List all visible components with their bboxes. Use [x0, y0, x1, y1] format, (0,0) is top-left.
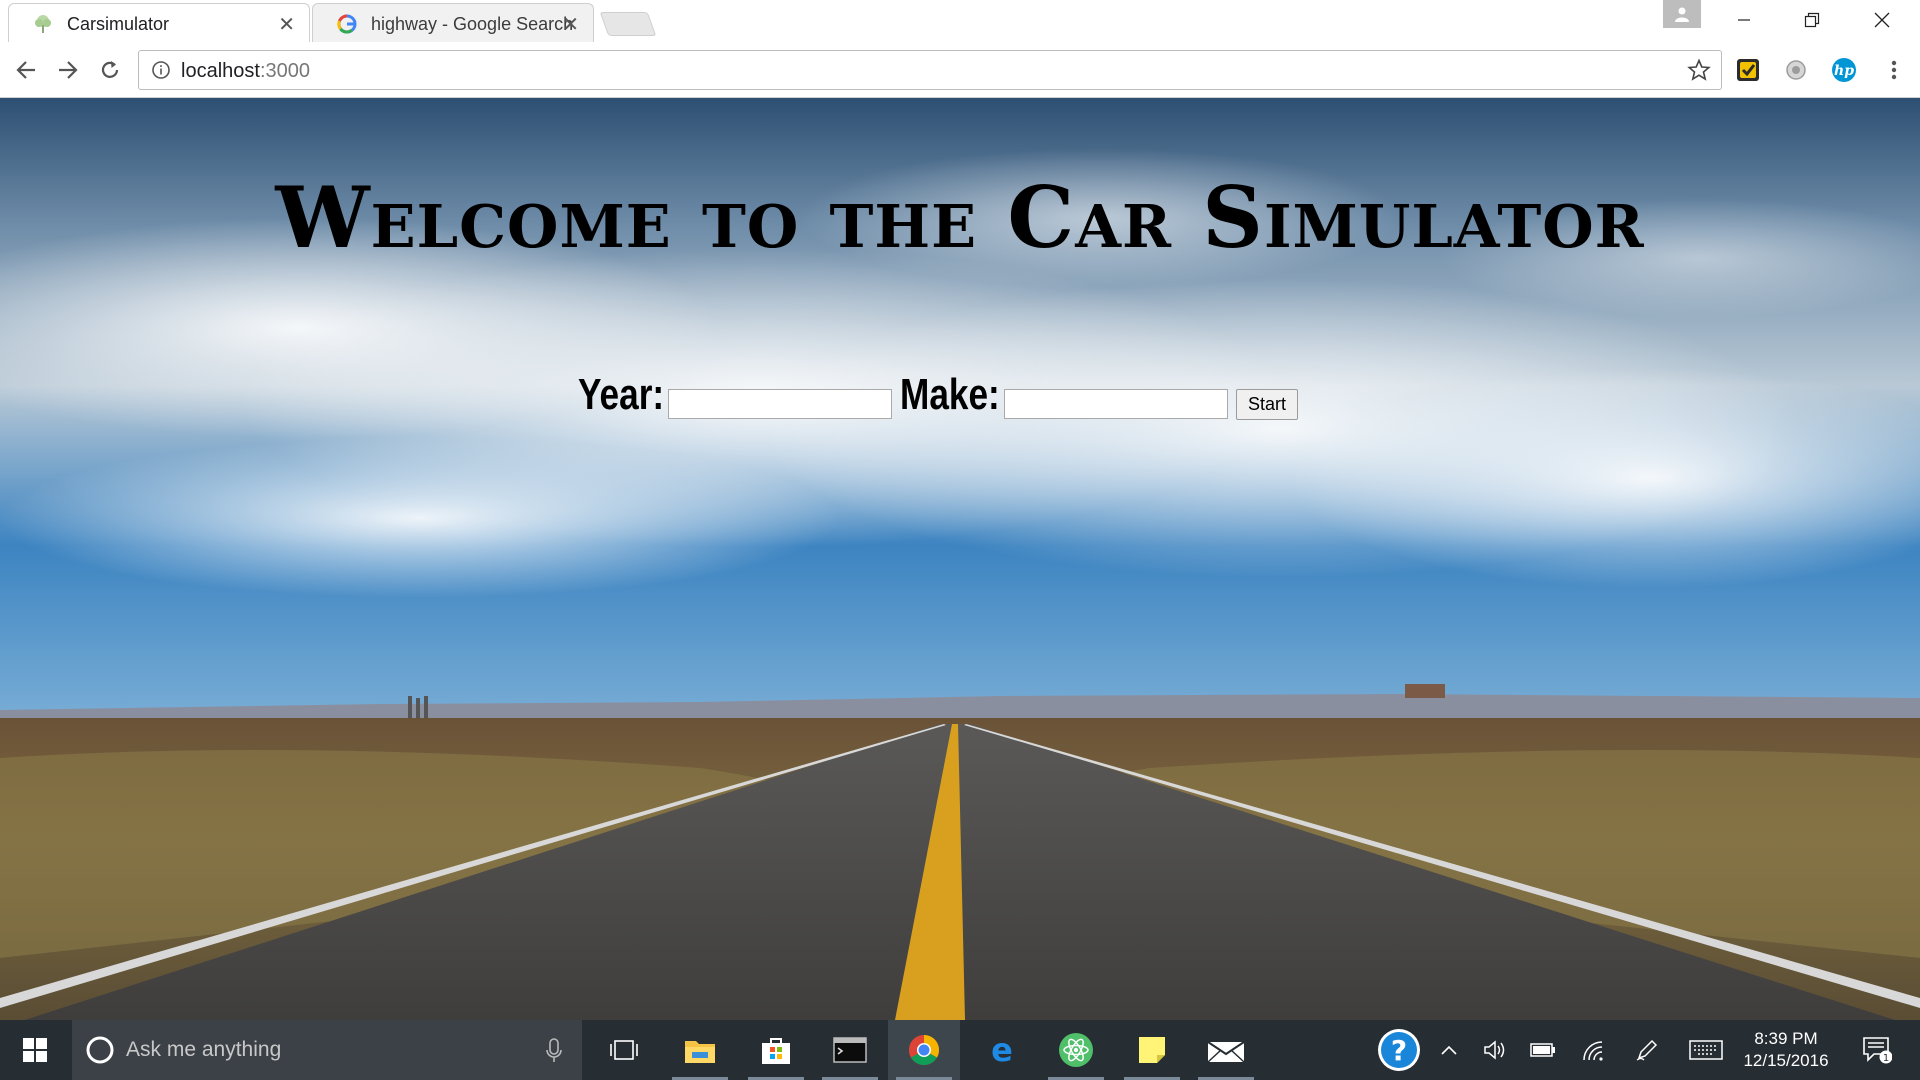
- wifi-icon: [1583, 1041, 1603, 1061]
- atom-icon: [1059, 1033, 1093, 1067]
- make-input[interactable]: [1004, 389, 1228, 419]
- taskbar-chrome[interactable]: [888, 1020, 960, 1080]
- microphone-icon[interactable]: [546, 1038, 562, 1064]
- taskbar-mail[interactable]: [1190, 1020, 1262, 1080]
- google-g-icon: [337, 14, 357, 34]
- page-viewport: Welcome to the Car Simulator Year: Make:…: [0, 98, 1920, 1020]
- hp-logo-icon: hp: [1832, 58, 1856, 82]
- battery-button[interactable]: [1526, 1020, 1560, 1080]
- notification-icon: 1: [1863, 1037, 1892, 1064]
- forward-button[interactable]: [52, 54, 84, 86]
- terminal-icon: [833, 1037, 867, 1063]
- page-title: Welcome to the Car Simulator: [275, 168, 1645, 267]
- restore-button[interactable]: [1792, 6, 1832, 34]
- network-button[interactable]: [1576, 1020, 1610, 1080]
- reload-button[interactable]: [94, 54, 126, 86]
- tree-favicon-icon: [35, 15, 51, 33]
- back-arrow-icon: [16, 61, 35, 79]
- svg-text:?: ?: [1391, 1034, 1407, 1067]
- taskbar-edge[interactable]: e: [966, 1020, 1038, 1080]
- taskbar: Ask me anything e ? 8:39 PM 12/15/2016 1: [0, 1020, 1920, 1080]
- taskbar-terminal[interactable]: [814, 1020, 886, 1080]
- keyboard-icon: [1689, 1040, 1723, 1060]
- browser-toolbar: localhost:3000 hp: [0, 42, 1920, 98]
- minimize-button[interactable]: [1724, 6, 1764, 34]
- touch-keyboard-button[interactable]: [1686, 1020, 1726, 1080]
- address-bar[interactable]: localhost:3000: [138, 50, 1722, 90]
- svg-text:hp: hp: [1834, 63, 1854, 79]
- task-view-icon: [610, 1040, 638, 1060]
- tab-title: highway - Google Search: [371, 14, 574, 34]
- forward-arrow-icon: [59, 61, 78, 79]
- notification-count: 1: [1883, 1053, 1889, 1064]
- edge-icon: e: [991, 1034, 1013, 1066]
- chrome-icon: [908, 1035, 940, 1066]
- help-button[interactable]: ?: [1374, 1020, 1424, 1080]
- store-icon: [762, 1038, 790, 1064]
- action-center-button[interactable]: 1: [1852, 1020, 1902, 1080]
- close-window-button[interactable]: [1862, 6, 1902, 34]
- windows-logo-icon: [23, 1038, 47, 1062]
- hp-extension-button[interactable]: hp: [1828, 54, 1860, 86]
- person-icon: [1675, 7, 1689, 22]
- pen-workspace-button[interactable]: [1630, 1020, 1664, 1080]
- year-input[interactable]: [668, 389, 892, 419]
- year-label: Year:: [578, 370, 665, 419]
- taskbar-sticky-notes[interactable]: [1116, 1020, 1188, 1080]
- battery-icon: [1530, 1043, 1555, 1057]
- search-placeholder: Ask me anything: [126, 1038, 282, 1061]
- cortana-search-box[interactable]: Ask me anything: [72, 1020, 582, 1080]
- restore-icon: [1804, 12, 1820, 28]
- kebab-menu-icon: [1891, 60, 1897, 80]
- taskbar-file-explorer[interactable]: [664, 1020, 736, 1080]
- reload-icon: [101, 61, 119, 78]
- mail-icon: [1207, 1041, 1245, 1063]
- start-button-windows[interactable]: [0, 1020, 70, 1080]
- extension-gray-button[interactable]: [1780, 54, 1812, 86]
- help-question-icon: ?: [1378, 1029, 1420, 1071]
- check-extension-icon: [1737, 59, 1759, 81]
- start-button[interactable]: Start: [1236, 389, 1298, 420]
- volume-button[interactable]: [1478, 1020, 1512, 1080]
- shield-extension-icon: [1786, 60, 1806, 80]
- make-label: Make:: [900, 370, 1000, 419]
- chrome-menu-button[interactable]: [1878, 54, 1910, 86]
- close-icon: [1874, 12, 1890, 28]
- task-view-button[interactable]: [588, 1020, 660, 1080]
- bookmark-star-icon[interactable]: [1687, 58, 1711, 82]
- tab-carsimulator[interactable]: Carsimulator ✕: [8, 3, 310, 42]
- url-text: localhost:3000: [181, 60, 310, 82]
- cortana-circle-icon: [86, 1036, 114, 1064]
- pen-icon: [1636, 1039, 1658, 1061]
- system-clock[interactable]: 8:39 PM 12/15/2016: [1736, 1028, 1836, 1072]
- info-icon[interactable]: [151, 60, 171, 80]
- clock-date: 12/15/2016: [1743, 1051, 1829, 1070]
- chevron-up-icon: [1441, 1045, 1457, 1055]
- tab-google-search[interactable]: highway - Google Search ✕: [312, 3, 594, 42]
- taskbar-store[interactable]: [740, 1020, 812, 1080]
- taskbar-atom[interactable]: [1040, 1020, 1112, 1080]
- tab-strip: Carsimulator ✕ highway - Google Search ✕: [0, 0, 1920, 42]
- back-button[interactable]: [10, 54, 42, 86]
- extension-checkbox-button[interactable]: [1732, 54, 1764, 86]
- show-hidden-icons-button[interactable]: [1434, 1020, 1464, 1080]
- tab-title: Carsimulator: [67, 14, 170, 34]
- file-explorer-icon: [685, 1041, 715, 1063]
- profile-button[interactable]: [1663, 0, 1701, 28]
- sticky-notes-icon: [1139, 1037, 1165, 1063]
- speaker-icon: [1484, 1040, 1505, 1060]
- new-tab-button[interactable]: [599, 12, 657, 36]
- close-tab-icon[interactable]: ✕: [278, 12, 295, 37]
- clock-time: 8:39 PM: [1754, 1029, 1818, 1048]
- svg-text:e: e: [991, 1034, 1013, 1066]
- close-tab-icon[interactable]: ✕: [562, 12, 579, 37]
- minimize-icon: [1738, 19, 1750, 21]
